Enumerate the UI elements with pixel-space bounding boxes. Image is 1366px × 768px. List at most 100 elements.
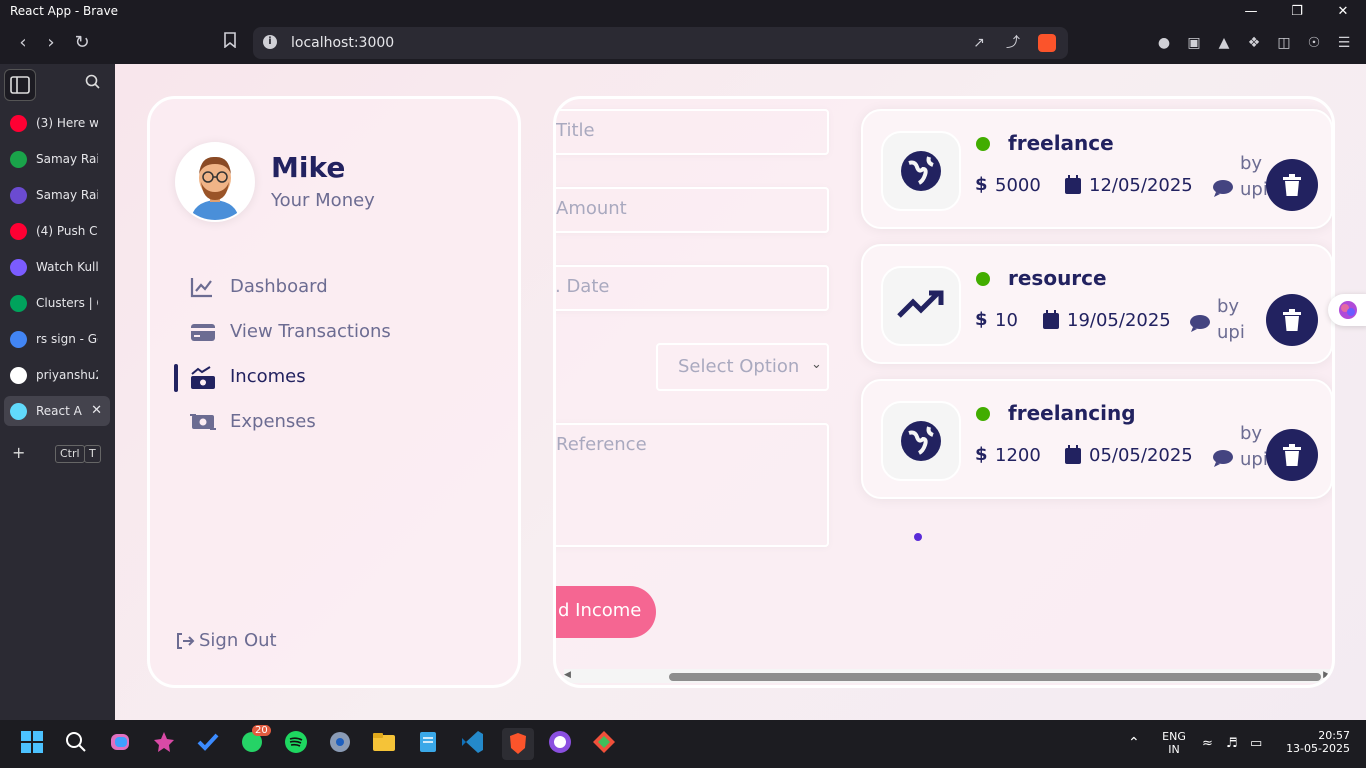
brave-taskbar-icon[interactable] <box>502 728 534 760</box>
new-tab-button[interactable]: + <box>12 443 25 462</box>
title-input[interactable]: Title <box>556 109 829 155</box>
open-external-icon[interactable]: ↗ <box>969 33 989 53</box>
reference-textarea[interactable]: Reference <box>556 423 829 547</box>
tab-search-icon[interactable] <box>85 74 105 94</box>
tab-label: Watch Kull <box>36 260 98 274</box>
search-icon[interactable] <box>62 728 94 760</box>
volume-icon[interactable]: ♬ <box>1226 736 1238 751</box>
browser-tab[interactable]: (3) Here we <box>4 108 110 138</box>
time-text: 20:57 <box>1318 729 1350 742</box>
income-title: freelancing <box>1008 401 1136 425</box>
tab-favicon-icon <box>10 259 27 276</box>
by-text: by <box>1240 423 1263 444</box>
region-text: IN <box>1168 743 1180 756</box>
clock[interactable]: 20:57 13-05-2025 <box>1280 729 1350 755</box>
tab-sidebar-toggle-icon[interactable] <box>4 69 36 101</box>
vpn-icon[interactable]: ▲ <box>1214 33 1234 53</box>
delete-income-button[interactable] <box>1266 429 1318 481</box>
github-desktop-icon[interactable] <box>546 728 578 760</box>
spotify-icon[interactable] <box>282 728 314 760</box>
income-card: freelancing $1200 05/05/2025 by upi <box>861 379 1332 499</box>
menu-item-dashboard[interactable]: Dashboard <box>190 274 490 302</box>
battery-icon[interactable]: ▭ <box>1250 736 1262 751</box>
close-window-button[interactable]: ✕ <box>1320 0 1366 23</box>
sidebar-toggle-icon[interactable]: ◫ <box>1274 33 1294 53</box>
tray-chevron-up-icon[interactable]: ⌃ <box>1128 735 1140 751</box>
wallet-icon[interactable]: ▣ <box>1184 33 1204 53</box>
delete-income-button[interactable] <box>1266 294 1318 346</box>
amount-input[interactable]: Amount <box>556 187 829 233</box>
whatsapp-icon[interactable]: 20 <box>238 725 271 760</box>
language-indicator[interactable]: ENG IN <box>1158 730 1190 756</box>
close-tab-icon[interactable]: ✕ <box>91 403 102 418</box>
window-title: React App - Brave <box>10 4 119 18</box>
minimize-button[interactable]: — <box>1228 0 1274 23</box>
brave-shield-icon[interactable] <box>1038 34 1056 52</box>
income-category-box <box>881 401 961 481</box>
leo-ai-icon[interactable]: ● <box>1154 33 1174 53</box>
browser-tab[interactable]: (4) Push Co <box>4 216 110 246</box>
git-icon[interactable] <box>590 728 622 760</box>
wifi-icon[interactable]: ≈ <box>1202 736 1213 751</box>
todo-icon[interactable] <box>194 728 226 760</box>
browser-tab[interactable]: Samay Rain <box>4 180 110 210</box>
delete-income-button[interactable] <box>1266 159 1318 211</box>
money-bill-transfer-icon <box>190 411 216 433</box>
comment-icon <box>1189 314 1211 336</box>
income-method: by upi <box>1240 421 1268 473</box>
share-icon[interactable]: ⤴ <box>1003 33 1023 53</box>
back-button[interactable]: ‹ <box>11 31 35 55</box>
date-placeholder: . Date <box>555 276 610 297</box>
browser-tab[interactable]: priyanshu2 <box>4 360 110 390</box>
menu-icon[interactable]: ☰ <box>1334 33 1354 53</box>
active-indicator <box>174 364 178 392</box>
date-input[interactable]: . Date <box>555 265 829 311</box>
vscode-icon[interactable] <box>458 728 490 760</box>
date-text: 13-05-2025 <box>1286 742 1350 755</box>
menu-item-view-transactions[interactable]: View Transactions <box>190 319 490 347</box>
reload-button[interactable]: ↻ <box>70 31 94 55</box>
start-icon[interactable] <box>18 728 50 760</box>
comment-icon <box>1212 179 1234 201</box>
forward-button[interactable]: › <box>39 31 63 55</box>
browser-tab[interactable]: rs sign - Go <box>4 324 110 354</box>
settings-icon[interactable] <box>326 728 358 760</box>
maximize-button[interactable]: ❐ <box>1274 0 1320 23</box>
shield-icon[interactable]: ☉ <box>1304 33 1324 53</box>
browser-tab[interactable]: Watch Kull <box>4 252 110 282</box>
menu-item-incomes[interactable]: Incomes <box>190 364 490 392</box>
menu-item-expenses[interactable]: Expenses <box>190 409 490 437</box>
trash-icon <box>1283 174 1301 200</box>
income-date: 12/05/2025 <box>1089 175 1193 196</box>
tab-favicon-icon <box>10 151 27 168</box>
browser-tab[interactable]: React A ✕ <box>4 396 110 426</box>
extensions-icon[interactable]: ❖ <box>1244 33 1264 53</box>
scrollbar-thumb[interactable] <box>669 673 1321 681</box>
chevron-down-icon: ⌄ <box>811 357 822 372</box>
add-income-button[interactable]: d Income <box>556 586 656 638</box>
horizontal-scrollbar[interactable]: ◀ ▶ <box>564 669 1330 683</box>
bookmark-icon[interactable] <box>218 31 242 55</box>
leo-floating-button[interactable] <box>1328 294 1366 326</box>
category-select[interactable]: Select Option ⌄ <box>656 343 829 391</box>
scroll-left-icon[interactable]: ◀ <box>564 670 571 680</box>
file-explorer-icon[interactable] <box>370 728 402 760</box>
sign-out-icon <box>175 632 195 654</box>
status-dot <box>976 272 990 286</box>
copilot-icon[interactable] <box>106 728 138 760</box>
tab-favicon-icon <box>10 115 27 132</box>
browser-tab[interactable]: Samay Rain <box>4 144 110 174</box>
app-icon[interactable] <box>150 728 182 760</box>
notepad-icon[interactable] <box>414 728 446 760</box>
browser-tab[interactable]: Clusters | Cl <box>4 288 110 318</box>
menu-item-label: View Transactions <box>230 321 391 342</box>
site-info-icon[interactable]: i <box>263 35 277 49</box>
amount-placeholder: Amount <box>556 198 627 219</box>
tab-favicon-icon <box>10 331 27 348</box>
sign-out-button[interactable]: Sign Out <box>175 629 325 655</box>
scroll-right-icon[interactable]: ▶ <box>1323 670 1330 680</box>
income-date: 05/05/2025 <box>1089 445 1193 466</box>
address-bar[interactable]: i localhost:3000 ↗ ⤴ <box>253 27 1068 59</box>
method-text: upi <box>1240 449 1268 470</box>
sign-out-label: Sign Out <box>199 630 277 651</box>
